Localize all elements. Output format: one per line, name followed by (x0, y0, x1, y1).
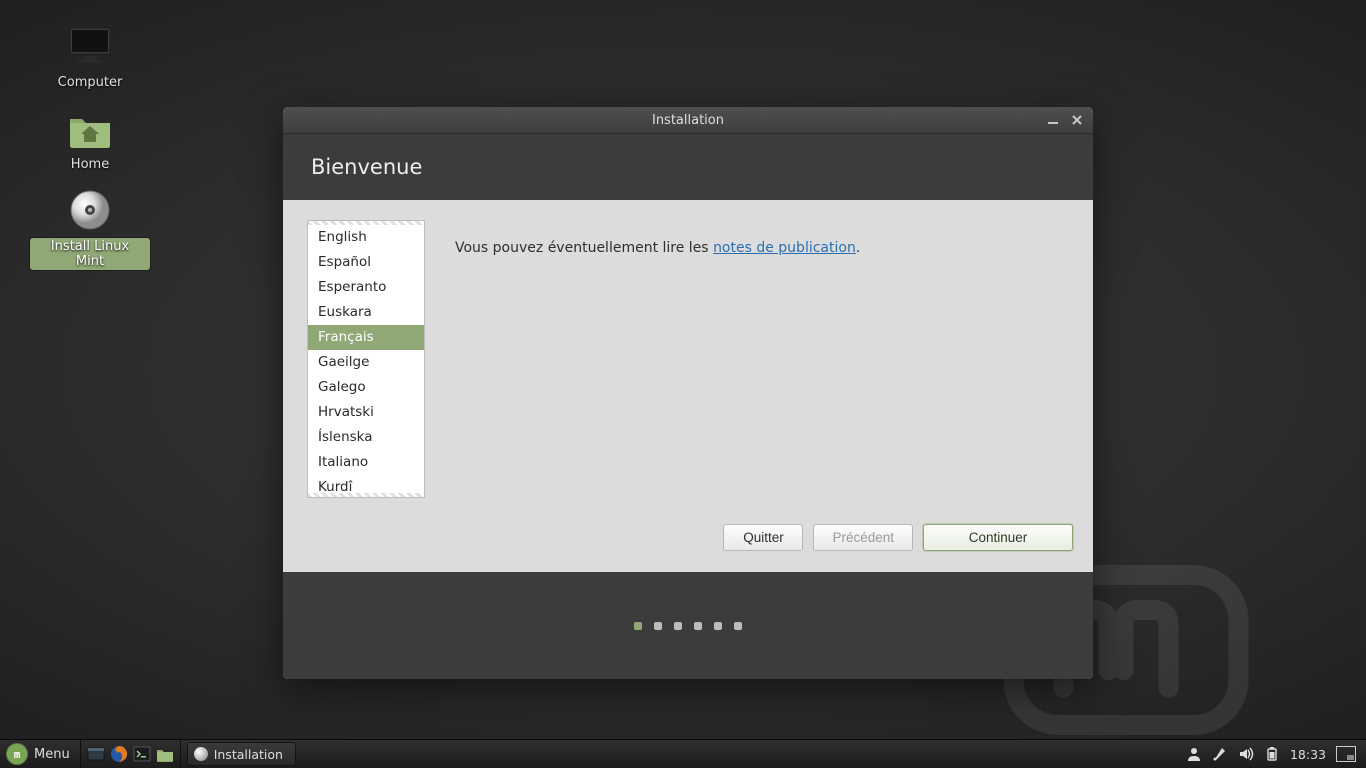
volume-icon[interactable] (1238, 746, 1254, 762)
clock[interactable]: 18:33 (1290, 747, 1326, 762)
release-notes-text: Vous pouvez éventuellement lire les note… (425, 200, 1093, 572)
release-notes-link[interactable]: notes de publication (713, 240, 856, 256)
language-option[interactable]: Galego (308, 375, 424, 400)
task-label: Installation (214, 747, 283, 762)
desktop-icon-label: Computer (53, 74, 128, 91)
progress-indicator (283, 572, 1093, 679)
window-close-button[interactable] (1071, 114, 1087, 126)
window-titlebar[interactable]: Installation (283, 107, 1093, 134)
desktop-icon-computer[interactable]: Computer (30, 22, 150, 91)
terminal-icon[interactable] (131, 743, 153, 765)
progress-dot (674, 622, 682, 630)
progress-dot (694, 622, 702, 630)
language-listbox[interactable]: EnglishEspañolEsperantoEuskaraFrançaisGa… (307, 220, 425, 498)
window-title: Installation (652, 113, 724, 128)
continue-button[interactable]: Continuer (923, 524, 1073, 551)
firefox-icon[interactable] (108, 743, 130, 765)
progress-dot (734, 622, 742, 630)
language-option[interactable]: Esperanto (308, 275, 424, 300)
language-option[interactable]: Español (308, 250, 424, 275)
mint-logo-icon: m (6, 743, 28, 765)
desktop-icon-home[interactable]: Home (30, 104, 150, 173)
language-option[interactable]: Euskara (308, 300, 424, 325)
progress-dot (714, 622, 722, 630)
language-option[interactable]: Íslenska (308, 425, 424, 450)
monitor-icon (30, 22, 150, 70)
update-icon[interactable] (1212, 746, 1228, 762)
disc-icon (30, 186, 150, 234)
user-icon[interactable] (1186, 746, 1202, 762)
desktop-icon-install[interactable]: Install Linux Mint (30, 186, 150, 270)
progress-dot (634, 622, 642, 630)
language-option[interactable]: Kurdî (308, 475, 424, 498)
quit-button[interactable]: Quitter (723, 524, 803, 551)
workspace-switcher-icon[interactable] (1336, 746, 1356, 762)
show-desktop-icon[interactable] (85, 743, 107, 765)
installer-header-title: Bienvenue (311, 155, 422, 179)
installer-header: Bienvenue (283, 134, 1093, 201)
home-folder-icon (30, 104, 150, 152)
taskbar: m Menu Installation (0, 739, 1366, 768)
quick-launch (80, 740, 181, 768)
desktop: Computer Home (0, 0, 1366, 740)
progress-dot (654, 622, 662, 630)
menu-button[interactable]: m Menu (0, 740, 80, 768)
back-button: Précédent (813, 524, 913, 551)
language-option[interactable]: English (308, 225, 424, 250)
system-tray: 18:33 (1176, 740, 1366, 768)
taskbar-task-installation[interactable]: Installation (187, 742, 296, 766)
language-option[interactable]: Italiano (308, 450, 424, 475)
menu-label: Menu (34, 747, 70, 762)
language-option[interactable]: Français (308, 325, 424, 350)
desktop-icon-label: Home (66, 156, 114, 173)
installer-window: Installation Bienvenue EnglishEspañolEsp… (283, 107, 1093, 679)
window-minimize-button[interactable] (1047, 114, 1063, 126)
files-icon[interactable] (154, 743, 176, 765)
language-option[interactable]: Gaeilge (308, 350, 424, 375)
disc-icon (194, 747, 208, 761)
desktop-icon-label: Install Linux Mint (30, 238, 150, 270)
language-option[interactable]: Hrvatski (308, 400, 424, 425)
battery-icon[interactable] (1264, 746, 1280, 762)
